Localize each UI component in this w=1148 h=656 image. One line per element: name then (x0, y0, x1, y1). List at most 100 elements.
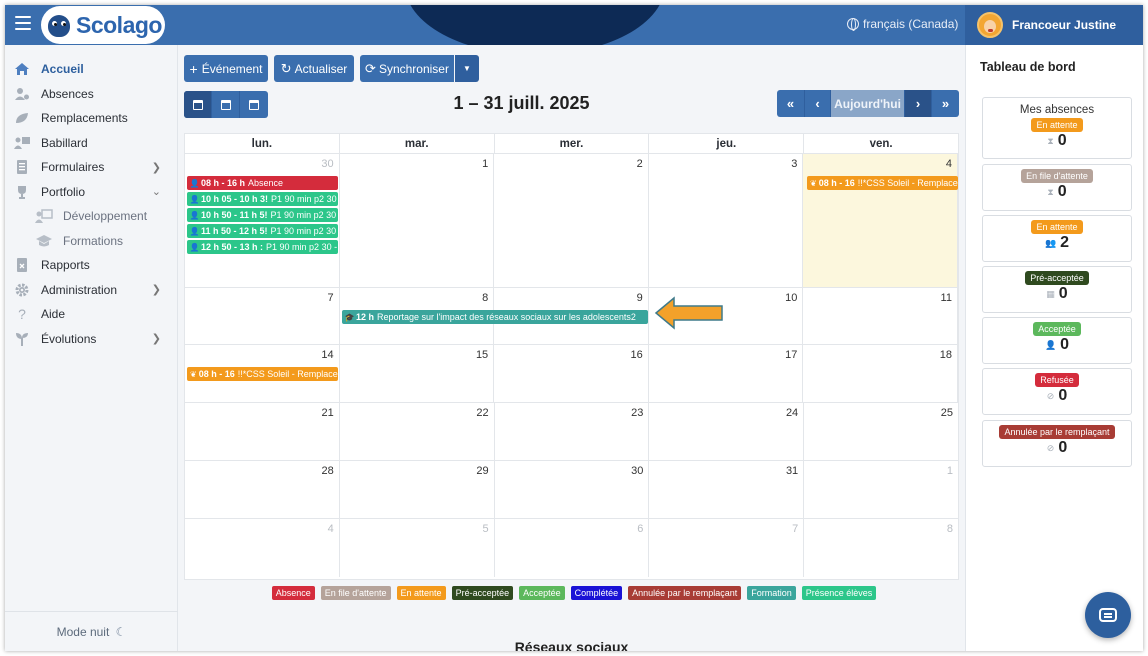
day-cell[interactable]: 4 (185, 519, 340, 577)
view-day-button[interactable] (240, 91, 268, 118)
sidebar-item-administration[interactable]: Administration ❯ (5, 278, 177, 303)
sync-button[interactable]: ⟳ Synchroniser (360, 55, 454, 82)
event-training[interactable]: 🎓 12 h Reportage sur l'impact des réseaux … (342, 310, 648, 324)
sidebar-item-babillard[interactable]: Babillard (5, 131, 177, 156)
view-month-button[interactable] (184, 91, 212, 118)
day-cell[interactable]: 8 (804, 519, 958, 577)
day-cell[interactable]: 7 (185, 288, 340, 344)
weekday-label: mer. (495, 134, 650, 153)
sidebar-item-formulaires[interactable]: Formulaires ❯ (5, 155, 177, 180)
day-number: 30 (321, 158, 334, 170)
day-cell[interactable]: 5 (340, 519, 495, 577)
next-year-button[interactable]: » (932, 90, 959, 117)
day-cell-today[interactable]: 4 (803, 154, 958, 287)
event-text: P1 90 min p2 30 - P (270, 226, 338, 236)
day-number: 9 (636, 292, 643, 304)
day-cell[interactable]: 23 (495, 403, 650, 460)
language-selector[interactable]: français (Canada) (847, 17, 958, 31)
sidebar-item-label: Accueil (41, 62, 84, 77)
day-cell[interactable]: 29 (340, 461, 495, 518)
sidebar-item-aide[interactable]: ? Aide (5, 302, 177, 327)
event-replacement[interactable]: ❦ 08 h - 16 !!*CSS Soleil - Remplacem (187, 367, 338, 381)
sidebar-item-portfolio[interactable]: Portfolio ⌄ (5, 180, 177, 205)
day-number: 16 (630, 349, 643, 361)
sync-dropdown-button[interactable]: ▼ (455, 55, 479, 82)
stat-card[interactable]: Refusée ⊘ 0 (982, 368, 1132, 415)
day-cell[interactable]: 6 (495, 519, 650, 577)
stat-card[interactable]: Mes absences En attente ⧗ 0 (982, 97, 1132, 159)
night-mode-toggle[interactable]: Mode nuit ☾ (5, 625, 178, 639)
chevron-right-icon: ❯ (151, 161, 161, 174)
day-cell[interactable]: 28 (185, 461, 340, 518)
day-cell[interactable]: 11 (803, 288, 958, 344)
day-cell[interactable]: 16 (494, 345, 649, 402)
day-cell[interactable]: 3 (649, 154, 804, 287)
event-absence[interactable]: 👤 08 h - 16 h Absence (187, 176, 338, 190)
event-time: 08 h - 16 h (201, 178, 246, 188)
sidebar-item-accueil[interactable]: Accueil (5, 57, 177, 82)
sidebar-item-rapports[interactable]: Rapports (5, 253, 177, 278)
status-badge: En attente (1031, 220, 1083, 234)
refresh-label: Actualiser (294, 61, 348, 76)
sidebar-item-formations[interactable]: Formations (5, 229, 177, 254)
event-time: 10 h 50 - 11 h 5! (201, 210, 268, 220)
day-cell[interactable]: 22 (340, 403, 495, 460)
stat-card[interactable]: Pré-acceptée ▦ 0 (982, 266, 1132, 313)
day-cell[interactable]: 7 (649, 519, 805, 577)
add-event-button[interactable]: + Événement (184, 55, 268, 82)
today-label: Aujourd'hui (834, 96, 901, 111)
day-cell[interactable]: 30 (495, 461, 650, 518)
event-presence[interactable]: 👤10 h 05 - 10 h 3!P1 90 min p2 30 - p (187, 192, 338, 206)
event-time: 12 h (356, 312, 375, 322)
prev-month-button[interactable]: ‹ (805, 90, 831, 117)
sidebar-item-remplacements[interactable]: Remplacements (5, 106, 177, 131)
user-menu[interactable]: Francoeur Justine (965, 5, 1143, 45)
day-cell[interactable]: 2 (494, 154, 649, 287)
stat-card[interactable]: En attente 👥 2 (982, 215, 1132, 262)
logo-text: Scolago (76, 11, 162, 38)
stat-card[interactable]: Acceptée 👤 0 (982, 317, 1132, 364)
calendar-grid: lun. mar. mer. jeu. ven. 30 1 2 3 4 👤 08 … (184, 133, 959, 580)
event-presence[interactable]: 👤12 h 50 - 13 h :P1 90 min p2 30 - Dir (187, 240, 338, 254)
prev-year-button[interactable]: « (777, 90, 805, 117)
day-cell[interactable]: 1 (340, 154, 495, 287)
status-badge: En file d'attente (1021, 169, 1093, 183)
refresh-button[interactable]: ↻ Actualiser (274, 55, 354, 82)
day-cell[interactable]: 21 (185, 403, 340, 460)
sidebar-item-absences[interactable]: Absences (5, 82, 177, 107)
day-cell[interactable]: 24 (649, 403, 805, 460)
day-number: 31 (785, 465, 799, 477)
day-cell[interactable]: 15 (340, 345, 495, 402)
event-presence[interactable]: 👤11 h 50 - 12 h 5!P1 90 min p2 30 - P (187, 224, 338, 238)
stat-card-caption: Mes absences (1019, 104, 1095, 116)
legend-item: Acceptée (519, 586, 565, 600)
day-number: 15 (475, 349, 489, 361)
sidebar-divider (5, 611, 178, 612)
day-number: 4 (945, 158, 952, 170)
day-cell[interactable]: 25 (804, 403, 958, 460)
user-icon: 👤 (189, 194, 200, 204)
view-week-button[interactable] (212, 91, 240, 118)
day-cell[interactable]: 31 (649, 461, 805, 518)
day-cell[interactable]: 18 (803, 345, 958, 402)
menu-icon[interactable] (15, 16, 31, 30)
logo[interactable]: Scolago (41, 6, 165, 44)
chat-button[interactable] (1085, 592, 1131, 638)
event-time: 10 h 05 - 10 h 3! (201, 194, 269, 204)
sidebar-item-developpement[interactable]: Développement (5, 204, 177, 229)
calendar-title: 1 – 31 juill. 2025 (453, 93, 590, 113)
user-icon: 👤 (189, 242, 200, 252)
event-presence[interactable]: 👤10 h 50 - 11 h 5!P1 90 min p2 30 - P (187, 208, 338, 222)
sidebar-item-evolutions[interactable]: Évolutions ❯ (5, 327, 177, 352)
event-replacement[interactable]: ❦ 08 h - 16 !!*CSS Soleil - Remplacer (807, 176, 958, 190)
stat-card[interactable]: Annulée par le remplaçant ⊘ 0 (982, 420, 1132, 467)
user-check-icon: 👤 (1044, 339, 1057, 350)
chevron-right-icon: › (915, 96, 921, 111)
day-cell[interactable]: 17 (649, 345, 804, 402)
next-month-button[interactable]: › (905, 90, 932, 117)
day-cell[interactable]: 1 (804, 461, 958, 518)
stat-count: 0 (1058, 285, 1068, 302)
today-button[interactable]: Aujourd'hui (831, 90, 905, 117)
stat-card[interactable]: En file d'attente ⧗ 0 (982, 164, 1132, 211)
stat-count: 2 (1060, 234, 1070, 251)
